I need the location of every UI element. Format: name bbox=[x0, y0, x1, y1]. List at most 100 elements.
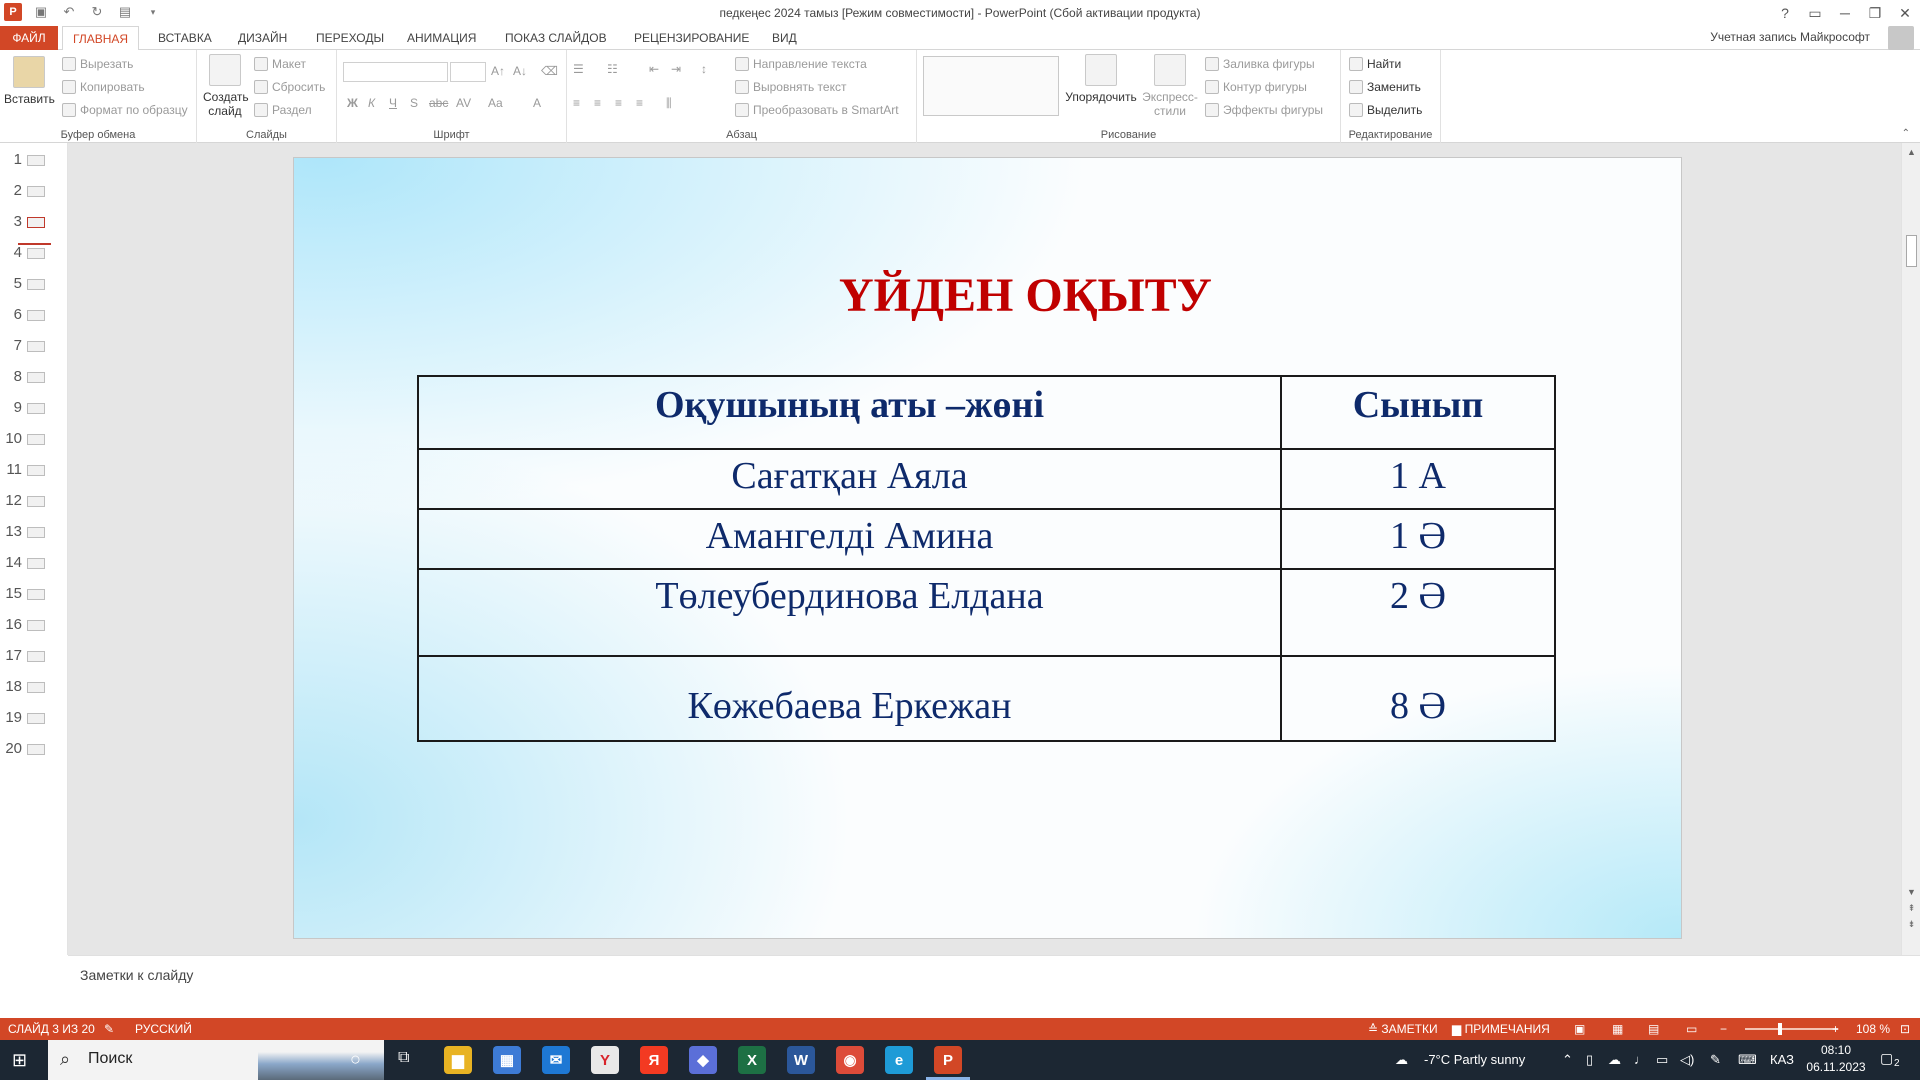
volume-icon[interactable]: ◁) bbox=[1680, 1052, 1694, 1068]
scrollbar-thumb[interactable] bbox=[1906, 235, 1917, 267]
yandex-browser-icon[interactable]: Y bbox=[591, 1046, 619, 1074]
slide-thumbnail[interactable]: 10 bbox=[0, 430, 60, 448]
shadow-button[interactable]: S bbox=[410, 96, 418, 110]
paste-button[interactable]: Вставить bbox=[4, 56, 55, 106]
avatar[interactable] bbox=[1888, 26, 1914, 50]
format-painter-button[interactable]: Формат по образцу bbox=[62, 103, 188, 117]
keyboard-icon[interactable]: ⌨ bbox=[1738, 1052, 1757, 1068]
align-center-icon[interactable]: ≡ bbox=[594, 96, 601, 110]
comments-toggle-button[interactable]: ▆ ПРИМЕЧАНИЯ bbox=[1452, 1022, 1550, 1036]
tab-home[interactable]: ГЛАВНАЯ bbox=[62, 26, 140, 51]
layout-button[interactable]: Макет bbox=[254, 57, 306, 71]
slide-thumbnail[interactable]: 9 bbox=[0, 399, 60, 417]
section-button[interactable]: Раздел bbox=[254, 103, 312, 117]
pen-icon[interactable]: ✎ bbox=[1710, 1052, 1721, 1068]
text-direction-button[interactable]: Направление текста bbox=[735, 57, 867, 71]
font-color-button[interactable]: A bbox=[533, 96, 541, 110]
close-button[interactable]: ✕ bbox=[1890, 2, 1920, 24]
cell-name[interactable]: Амангелді Амина bbox=[417, 508, 1282, 570]
input-language[interactable]: КАЗ bbox=[1770, 1052, 1794, 1067]
italic-button[interactable]: К bbox=[368, 96, 375, 110]
zoom-slider[interactable] bbox=[1745, 1028, 1838, 1030]
slide-canvas[interactable]: ҮЙДЕН ОҚЫТУ Оқушының аты –жөні Сынып Сағ… bbox=[293, 157, 1682, 939]
weather-icon[interactable]: ☁ bbox=[1395, 1052, 1408, 1068]
change-case-button[interactable]: Aa bbox=[488, 96, 503, 110]
cell-class[interactable]: 2 Ә bbox=[1280, 568, 1556, 657]
slide-thumbnail[interactable]: 14 bbox=[0, 554, 60, 572]
reset-button[interactable]: Сбросить bbox=[254, 80, 325, 94]
taskbar-search[interactable]: ⌕ Поиск bbox=[48, 1040, 384, 1080]
ribbon-display-icon[interactable]: ▭ bbox=[1800, 2, 1830, 24]
cut-button[interactable]: Вырезать bbox=[62, 57, 133, 71]
tab-slideshow[interactable]: ПОКАЗ СЛАЙДОВ bbox=[495, 26, 617, 50]
zoom-out-icon[interactable]: − bbox=[1720, 1022, 1727, 1036]
microphone-icon[interactable]: ♩ bbox=[1634, 1052, 1647, 1067]
slide-thumbnail[interactable]: 4 bbox=[0, 244, 60, 262]
file-explorer-icon[interactable]: ▆ bbox=[444, 1046, 472, 1074]
cell-name[interactable]: Төлеубердинова Елдана bbox=[417, 568, 1282, 657]
excel-icon[interactable]: X bbox=[738, 1046, 766, 1074]
tab-design[interactable]: ДИЗАЙН bbox=[228, 26, 297, 50]
slide-thumbnail[interactable]: 2 bbox=[0, 182, 60, 200]
edge-icon[interactable]: e bbox=[885, 1046, 913, 1074]
normal-view-icon[interactable]: ▣ bbox=[1574, 1022, 1585, 1036]
slide-thumbnail[interactable]: 6 bbox=[0, 306, 60, 324]
fit-slide-icon[interactable]: ⊡ bbox=[1900, 1022, 1910, 1036]
slide-thumbnail[interactable]: 3 bbox=[0, 213, 60, 231]
language-indicator[interactable]: РУССКИЙ bbox=[135, 1022, 192, 1036]
slide-thumbnail[interactable]: 15 bbox=[0, 585, 60, 603]
slide-thumbnail[interactable]: 8 bbox=[0, 368, 60, 386]
cortana-icon[interactable]: ○ bbox=[350, 1049, 361, 1070]
slide-thumbnail[interactable]: 18 bbox=[0, 678, 60, 696]
windows-start-icon[interactable]: ⊞ bbox=[12, 1050, 27, 1071]
slide-thumbnail[interactable]: 7 bbox=[0, 337, 60, 355]
char-spacing-button[interactable]: AV bbox=[456, 96, 471, 110]
font-name-dropdown[interactable] bbox=[343, 62, 448, 82]
notifications-icon[interactable]: ▢ bbox=[1880, 1050, 1893, 1067]
clock[interactable]: 08:10 06.11.2023 bbox=[1806, 1042, 1866, 1076]
weather-text[interactable]: -7°C Partly sunny bbox=[1424, 1052, 1525, 1067]
quick-styles-button[interactable]: Экспресс- стили bbox=[1139, 54, 1201, 118]
cell-name[interactable]: Сағатқан Аяла bbox=[417, 448, 1282, 510]
tab-animations[interactable]: АНИМАЦИЯ bbox=[397, 26, 486, 50]
account-name[interactable]: Учетная запись Майкрософт bbox=[1710, 30, 1870, 44]
yandex-icon[interactable]: Я bbox=[640, 1046, 668, 1074]
slide-thumbnail[interactable]: 5 bbox=[0, 275, 60, 293]
shape-effects-button[interactable]: Эффекты фигуры bbox=[1205, 103, 1323, 117]
tab-insert[interactable]: ВСТАВКА bbox=[148, 26, 222, 50]
slide-sorter-icon[interactable]: ▦ bbox=[1612, 1022, 1623, 1036]
grow-font-icon[interactable]: A↑ bbox=[491, 64, 505, 78]
align-text-button[interactable]: Выровнять текст bbox=[735, 80, 846, 94]
zoom-in-icon[interactable]: + bbox=[1832, 1022, 1839, 1036]
help-icon[interactable]: ? bbox=[1770, 2, 1800, 24]
copy-button[interactable]: Копировать bbox=[62, 80, 145, 94]
columns-icon[interactable]: ⫼ bbox=[666, 96, 672, 111]
onedrive-icon[interactable]: ☁ bbox=[1608, 1052, 1621, 1068]
slide-thumbnail[interactable]: 1 bbox=[0, 151, 60, 169]
arrange-button[interactable]: Упорядочить bbox=[1065, 54, 1137, 104]
copilot-icon[interactable]: ◆ bbox=[689, 1046, 717, 1074]
line-spacing-icon[interactable]: ↕ bbox=[701, 62, 707, 76]
shrink-font-icon[interactable]: A↓ bbox=[513, 64, 527, 78]
store-icon[interactable]: ▦ bbox=[493, 1046, 521, 1074]
new-slide-button[interactable]: Создать слайд bbox=[203, 54, 249, 118]
device-icon[interactable]: ▯ bbox=[1586, 1052, 1593, 1068]
tab-file[interactable]: ФАЙЛ bbox=[0, 26, 58, 50]
notes-pane[interactable]: Заметки к слайду bbox=[68, 955, 1920, 1018]
slideshow-view-icon[interactable]: ▭ bbox=[1686, 1022, 1697, 1036]
restore-button[interactable]: ❐ bbox=[1860, 2, 1890, 24]
task-view-icon[interactable]: ⧉ bbox=[398, 1049, 409, 1067]
zoom-slider-knob[interactable] bbox=[1778, 1023, 1782, 1035]
previous-slide-icon[interactable]: ⇞ bbox=[1906, 903, 1917, 913]
align-left-icon[interactable]: ≡ bbox=[573, 96, 580, 110]
spellcheck-icon[interactable]: ✎ bbox=[104, 1022, 114, 1036]
vertical-scrollbar[interactable]: ▲ ▼ ⇞ ⇟ bbox=[1901, 143, 1920, 955]
justify-icon[interactable]: ≡ bbox=[636, 96, 643, 110]
shapes-gallery[interactable] bbox=[923, 56, 1059, 116]
slide-thumbnail[interactable]: 19 bbox=[0, 709, 60, 727]
cell-class[interactable]: 1 Ә bbox=[1280, 508, 1556, 570]
zoom-level[interactable]: 108 % bbox=[1856, 1022, 1890, 1036]
shape-fill-button[interactable]: Заливка фигуры bbox=[1205, 57, 1315, 71]
tab-view[interactable]: ВИД bbox=[762, 26, 807, 50]
slide-thumbnail[interactable]: 20 bbox=[0, 740, 60, 758]
